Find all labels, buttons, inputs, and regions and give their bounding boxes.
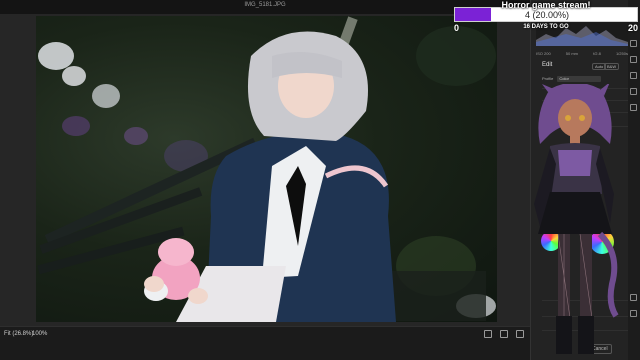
- hist-stat: ISO 200: [536, 51, 551, 56]
- photo-editor-window: IMG_5181.JPG Fit (26.8%) 100% ISO 200 50…: [0, 0, 640, 360]
- zoom-icon[interactable]: [630, 294, 637, 301]
- profile-row[interactable]: Profile Color: [542, 76, 602, 82]
- bw-button[interactable]: B&W: [604, 63, 620, 70]
- hist-stat: f/2.8: [593, 51, 601, 56]
- canvas-area[interactable]: [0, 14, 530, 326]
- goal-max-label: 20: [627, 23, 638, 33]
- histogram-stats: ISO 200 50 mm f/2.8 1/250s: [536, 51, 628, 56]
- vtuber-avatar: [520, 82, 630, 360]
- hist-stat: 50 mm: [565, 51, 578, 56]
- goal-title: Horror game stream!: [501, 0, 591, 10]
- zoom-fit-button[interactable]: Fit (26.8%): [4, 331, 33, 337]
- grid-icon[interactable]: [484, 330, 492, 338]
- profile-select[interactable]: Color: [557, 76, 602, 82]
- mask-icon[interactable]: [630, 72, 637, 79]
- goal-current-label: 4 (20.00%): [524, 10, 570, 20]
- crop-icon[interactable]: [630, 40, 637, 47]
- presets-icon[interactable]: [630, 104, 637, 111]
- zoom-100-button[interactable]: 100%: [32, 331, 47, 337]
- status-bar: Fit (26.8%) 100%: [0, 326, 530, 360]
- compare-icon[interactable]: [500, 330, 508, 338]
- photo-image: [37, 16, 496, 322]
- profile-label: Profile: [542, 76, 554, 81]
- goal-days-left: 16 DAYS TO GO: [523, 24, 569, 30]
- hist-stat: 1/250s: [615, 51, 628, 56]
- heal-icon[interactable]: [630, 56, 637, 63]
- stream-goal-widget: 4 (20.00%) Horror game stream! 0 16 DAYS…: [452, 0, 640, 34]
- document-title-bar: IMG_5181.JPG: [0, 0, 530, 14]
- hand-icon[interactable]: [630, 310, 637, 317]
- redeye-icon[interactable]: [630, 88, 637, 95]
- edit-panel-title: Edit: [542, 62, 553, 68]
- document-filename: IMG_5181.JPG: [244, 2, 286, 8]
- photo-canvas[interactable]: [36, 16, 497, 322]
